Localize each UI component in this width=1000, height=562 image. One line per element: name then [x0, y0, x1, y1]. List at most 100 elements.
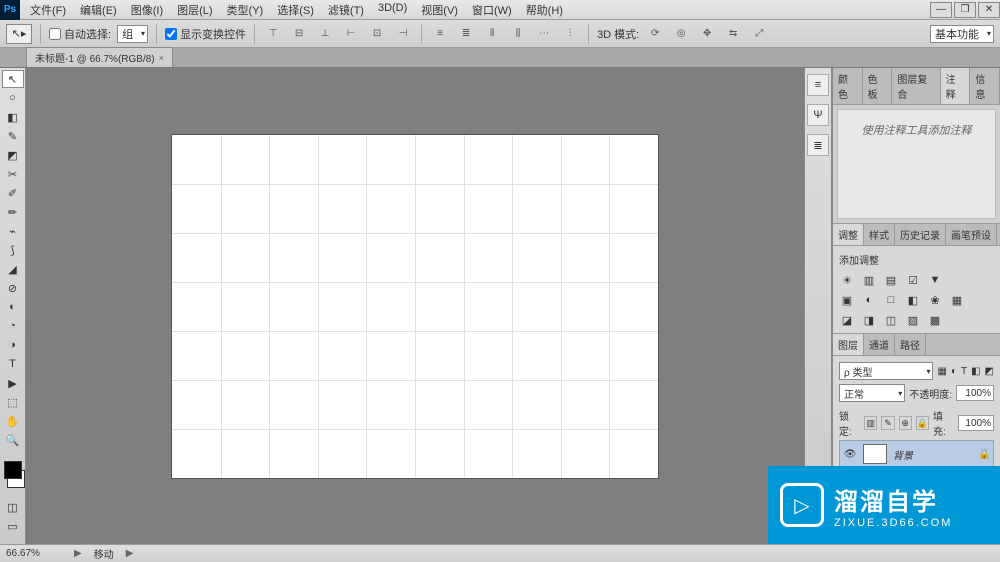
adj-hue-icon[interactable]: ▣: [839, 293, 855, 307]
tab-history[interactable]: 历史记录: [895, 224, 946, 245]
close-button[interactable]: ✕: [978, 2, 1000, 18]
adj-threshold-icon[interactable]: ◫: [883, 313, 899, 327]
align-bottom-icon[interactable]: ⊥: [315, 24, 335, 44]
distribute-6-icon[interactable]: ⫶: [560, 24, 580, 44]
lock-transparent-icon[interactable]: ▥: [864, 416, 877, 430]
tab-styles[interactable]: 样式: [864, 224, 895, 245]
align-hcenter-icon[interactable]: ⊡: [367, 24, 387, 44]
path-select-tool[interactable]: ▶: [2, 374, 24, 392]
layer-row-background[interactable]: 👁 背景 🔒: [839, 440, 994, 468]
zoom-level[interactable]: 66.67%: [6, 548, 62, 559]
adj-bw-icon[interactable]: □: [883, 293, 899, 307]
dodge-tool[interactable]: ◔: [2, 317, 24, 335]
menu-layer[interactable]: 图层(L): [171, 0, 218, 20]
canvas-area[interactable]: [26, 68, 804, 544]
tab-swatches[interactable]: 色板: [863, 68, 893, 104]
gradient-tool[interactable]: ⊘: [2, 279, 24, 297]
menu-help[interactable]: 帮助(H): [520, 0, 569, 20]
pen-tool[interactable]: ◑: [2, 336, 24, 354]
fill-field[interactable]: 100%: [958, 415, 994, 431]
marquee-tool[interactable]: ○: [2, 89, 24, 107]
hand-tool[interactable]: ✋: [2, 412, 24, 430]
tab-layercomp[interactable]: 图层复合: [892, 68, 940, 104]
menu-view[interactable]: 视图(V): [415, 0, 464, 20]
3d-slide-icon[interactable]: ⇆: [723, 24, 743, 44]
distribute-2-icon[interactable]: ≣: [456, 24, 476, 44]
auto-select-checkbox[interactable]: 自动选择:: [49, 26, 111, 42]
menu-filter[interactable]: 滤镜(T): [322, 0, 370, 20]
tab-brushpresets[interactable]: 画笔预设: [946, 224, 997, 245]
adj-photofilter-icon[interactable]: ◧: [905, 293, 921, 307]
align-vcenter-icon[interactable]: ⊟: [289, 24, 309, 44]
tab-paths[interactable]: 路径: [895, 334, 926, 355]
menu-window[interactable]: 窗口(W): [466, 0, 518, 20]
adj-vibrance-icon[interactable]: ▼: [927, 273, 943, 287]
stamp-tool[interactable]: ⌁: [2, 222, 24, 240]
layer-thumbnail[interactable]: [863, 444, 887, 464]
menu-edit[interactable]: 编辑(E): [74, 0, 123, 20]
collapsed-panel-3-icon[interactable]: ≣: [807, 134, 829, 156]
workspace-select[interactable]: 基本功能: [930, 25, 994, 43]
document-tab-close-icon[interactable]: ×: [159, 53, 164, 63]
distribute-4-icon[interactable]: ⫼: [508, 24, 528, 44]
quickmask-tool[interactable]: ◫: [2, 498, 24, 516]
eyedropper-tool[interactable]: ✂: [2, 165, 24, 183]
lock-all-icon[interactable]: 🔒: [916, 416, 929, 430]
screenmode-tool[interactable]: ▭: [2, 517, 24, 535]
tab-layers[interactable]: 图层: [833, 334, 864, 355]
menu-select[interactable]: 选择(S): [271, 0, 320, 20]
filter-pixel-icon[interactable]: ▦: [937, 366, 946, 377]
status-arrow2-icon[interactable]: ▶: [126, 548, 134, 559]
adj-brightness-icon[interactable]: ☀: [839, 273, 855, 287]
layer-name[interactable]: 背景: [893, 447, 972, 462]
3d-roll-icon[interactable]: ◎: [671, 24, 691, 44]
adj-selcolor-icon[interactable]: ▩: [927, 313, 943, 327]
collapsed-panel-1-icon[interactable]: ≡: [807, 74, 829, 96]
tab-notes[interactable]: 注释: [941, 68, 971, 104]
menu-image[interactable]: 图像(I): [125, 0, 169, 20]
align-top-icon[interactable]: ⊤: [263, 24, 283, 44]
eraser-tool[interactable]: ◢: [2, 260, 24, 278]
3d-pan-icon[interactable]: ✥: [697, 24, 717, 44]
filter-smart-icon[interactable]: ◩: [985, 366, 994, 377]
adj-curves-icon[interactable]: ▤: [883, 273, 899, 287]
lasso-tool[interactable]: ◧: [2, 108, 24, 126]
lock-pixels-icon[interactable]: ✎: [881, 416, 894, 430]
wand-tool[interactable]: ✎: [2, 127, 24, 145]
status-arrow-icon[interactable]: ▶: [74, 548, 82, 559]
distribute-5-icon[interactable]: ⋯: [534, 24, 554, 44]
adj-balance-icon[interactable]: ◐: [861, 293, 877, 307]
distribute-1-icon[interactable]: ≡: [430, 24, 450, 44]
filter-type-icon[interactable]: T: [961, 366, 967, 377]
minimize-button[interactable]: —: [930, 2, 952, 18]
lock-position-icon[interactable]: ⊕: [899, 416, 912, 430]
shape-tool[interactable]: ⬚: [2, 393, 24, 411]
align-right-icon[interactable]: ⊣: [393, 24, 413, 44]
history-brush-tool[interactable]: ⟆: [2, 241, 24, 259]
align-left-icon[interactable]: ⊢: [341, 24, 361, 44]
foreground-swatch[interactable]: [4, 461, 22, 479]
menu-file[interactable]: 文件(F): [24, 0, 72, 20]
layer-visibility-icon[interactable]: 👁: [843, 447, 857, 461]
move-tool[interactable]: ↖: [2, 70, 24, 88]
heal-tool[interactable]: ✐: [2, 184, 24, 202]
zoom-tool[interactable]: 🔍: [2, 431, 24, 449]
blur-tool[interactable]: ◐: [2, 298, 24, 316]
blend-mode-select[interactable]: 正常: [839, 384, 905, 402]
adj-posterize-icon[interactable]: ◨: [861, 313, 877, 327]
canvas[interactable]: [172, 135, 658, 478]
opacity-field[interactable]: 100%: [956, 385, 994, 401]
adj-invert-icon[interactable]: ◪: [839, 313, 855, 327]
type-tool[interactable]: T: [2, 355, 24, 373]
layer-kind-filter[interactable]: ρ 类型: [839, 362, 933, 380]
menu-type[interactable]: 类型(Y): [221, 0, 270, 20]
crop-tool[interactable]: ◩: [2, 146, 24, 164]
adj-gradmap-icon[interactable]: ▨: [905, 313, 921, 327]
adj-levels-icon[interactable]: ▥: [861, 273, 877, 287]
filter-adjust-icon[interactable]: ◐: [951, 366, 957, 377]
adj-exposure-icon[interactable]: ☑: [905, 273, 921, 287]
collapsed-panel-2-icon[interactable]: Ψ: [807, 104, 829, 126]
menu-3d[interactable]: 3D(D): [372, 0, 413, 20]
brush-tool[interactable]: ✏: [2, 203, 24, 221]
3d-orbit-icon[interactable]: ⟳: [645, 24, 665, 44]
